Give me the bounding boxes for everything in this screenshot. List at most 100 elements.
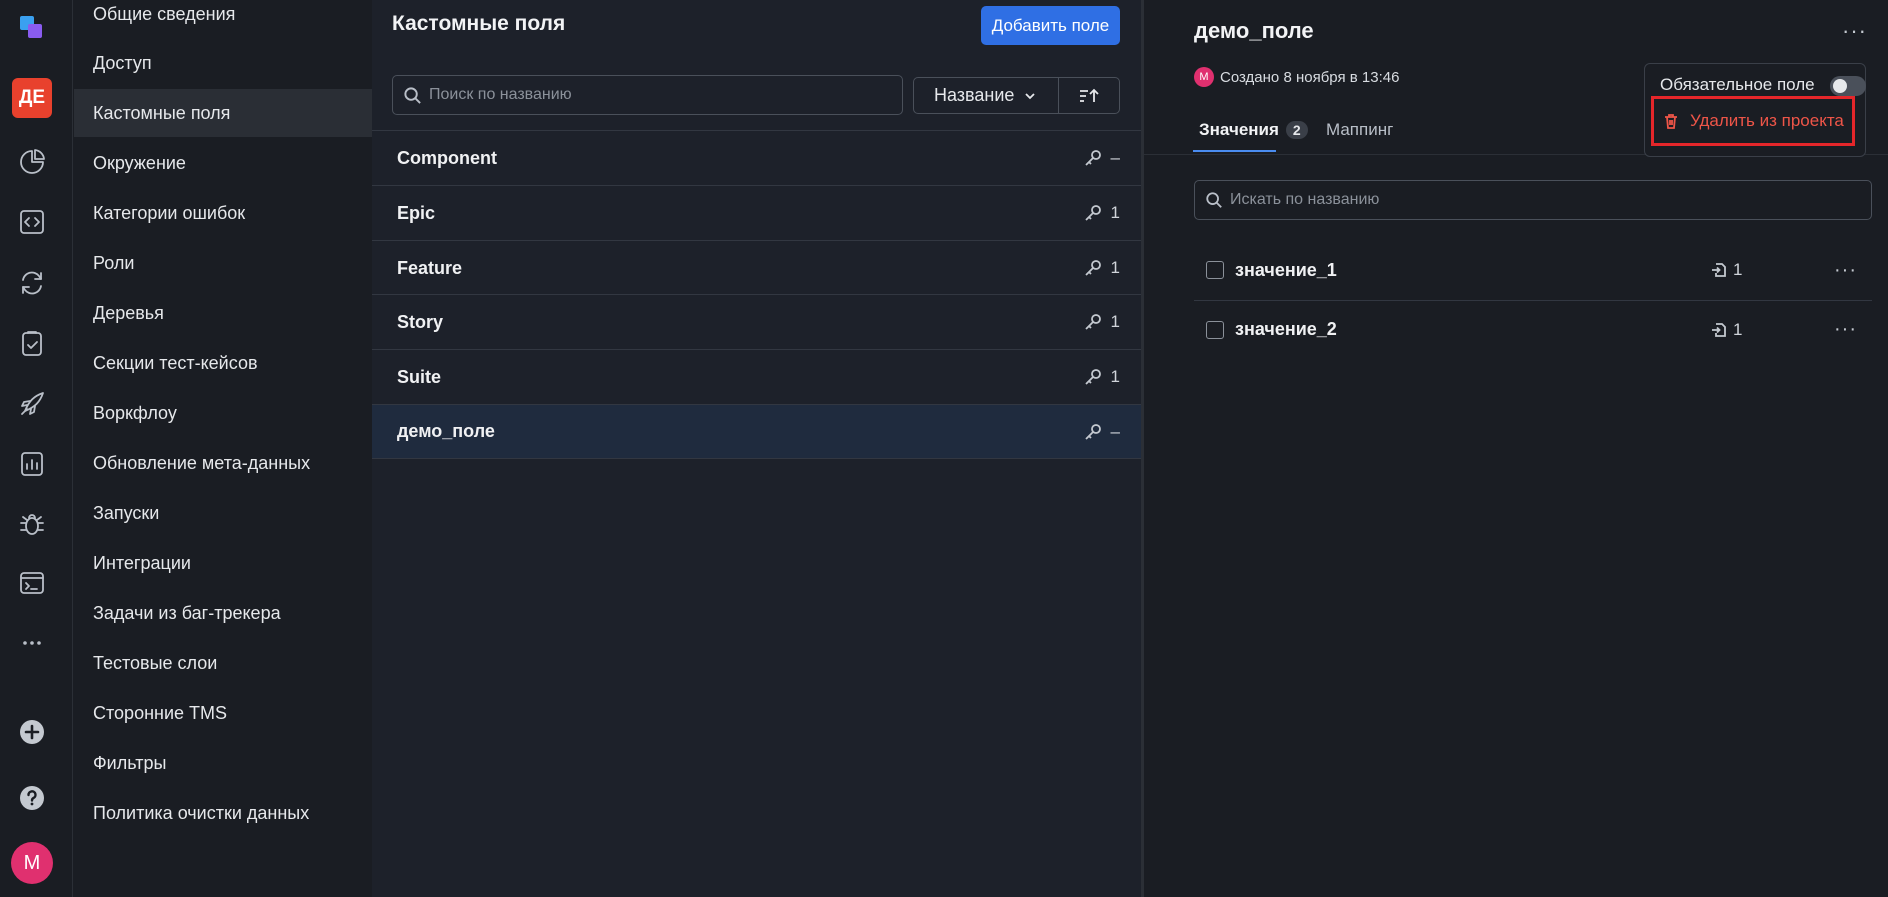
help-icon[interactable] [12, 778, 52, 818]
tab-values-label: Значения [1199, 120, 1279, 139]
tab-mapping-label: Маппинг [1326, 120, 1394, 139]
created-info: M Создано 8 ноября в 13:46 [1194, 67, 1399, 87]
field-row[interactable]: Epic 1 [372, 185, 1142, 240]
key-icon [1084, 423, 1101, 440]
value-usage: 1 [1710, 260, 1742, 280]
settings-item-metadata-update[interactable]: Обновление мета-данных [74, 439, 372, 487]
detail-more-button[interactable]: ··· [1842, 18, 1867, 44]
active-tab-indicator [1193, 150, 1276, 152]
bug-icon[interactable] [12, 504, 52, 544]
value-more-button[interactable]: ··· [1834, 318, 1857, 341]
settings-item-filters[interactable]: Фильтры [74, 739, 372, 787]
toggle-knob [1833, 79, 1847, 93]
settings-sidebar: Общие сведения Доступ Кастомные поля Окр… [74, 0, 372, 897]
project-badge[interactable]: ДЕ [12, 78, 52, 118]
custom-fields-panel: Кастомные поля Добавить поле Поиск по на… [372, 0, 1142, 897]
settings-item-external-tms[interactable]: Сторонние TMS [74, 689, 372, 737]
add-field-button[interactable]: Добавить поле [981, 6, 1120, 45]
field-row-selected[interactable]: демо_поле – [372, 404, 1142, 459]
tab-values[interactable]: Значения 2 [1199, 120, 1308, 140]
value-row[interactable]: значение_2 1 ··· [1194, 300, 1872, 358]
value-checkbox[interactable] [1206, 261, 1224, 279]
value-search-input[interactable]: Искать по названию [1194, 180, 1872, 220]
sort-by-label: Название [934, 85, 1015, 105]
search-icon [1206, 192, 1222, 208]
settings-item-bugtracker-issues[interactable]: Задачи из баг-трекера [74, 589, 372, 637]
terminal-icon[interactable] [12, 563, 52, 603]
testcases-icon[interactable] [12, 323, 52, 363]
user-avatar[interactable]: M [11, 842, 53, 884]
settings-item-custom-fields[interactable]: Кастомные поля [74, 89, 372, 137]
logo-icon[interactable] [12, 8, 52, 48]
sort-by-select[interactable]: Название [913, 77, 1059, 114]
field-name: демо_поле [397, 421, 495, 441]
reports-icon[interactable] [12, 444, 52, 484]
settings-item-roles[interactable]: Роли [74, 239, 372, 287]
field-name: Feature [397, 257, 463, 278]
field-count: 1 [1110, 258, 1120, 277]
field-count: – [1110, 148, 1120, 167]
import-icon [1712, 322, 1726, 337]
search-placeholder: Искать по названию [1230, 191, 1380, 208]
detail-title: демо_поле [1194, 18, 1314, 43]
field-count: 1 [1110, 203, 1120, 222]
created-text: Создано 8 ноября в 13:46 [1220, 68, 1400, 86]
sort-direction-button[interactable] [1058, 77, 1120, 114]
field-name: Suite [397, 366, 442, 387]
field-actions-menu: Обязательное поле Удалить из проекта [1644, 63, 1866, 157]
field-name: Epic [397, 202, 436, 223]
value-name: значение_2 [1235, 319, 1337, 339]
field-search-input[interactable]: Поиск по названию [392, 75, 903, 115]
settings-item-trees[interactable]: Деревья [74, 289, 372, 337]
field-row[interactable]: Feature 1 [372, 240, 1142, 295]
field-row[interactable]: Story 1 [372, 294, 1142, 349]
value-checkbox[interactable] [1206, 320, 1224, 339]
creator-avatar: M [1194, 67, 1214, 87]
settings-item-access[interactable]: Доступ [74, 39, 372, 87]
code-icon[interactable] [12, 202, 52, 242]
settings-item-test-case-sections[interactable]: Секции тест-кейсов [74, 339, 372, 387]
value-usage-count: 1 [1733, 319, 1743, 339]
key-icon [1084, 369, 1101, 385]
icon-rail: ДЕ M [0, 0, 73, 897]
dashboard-icon[interactable] [12, 142, 52, 182]
required-field-toggle[interactable] [1830, 76, 1866, 96]
value-more-button[interactable]: ··· [1834, 259, 1857, 282]
trash-icon [1665, 114, 1677, 129]
settings-item-test-layers[interactable]: Тестовые слои [74, 639, 372, 687]
more-icon[interactable] [12, 623, 52, 663]
field-row[interactable]: Component – [372, 130, 1142, 185]
tab-mapping[interactable]: Маппинг [1326, 120, 1393, 140]
delete-from-project-button[interactable]: Удалить из проекта [1651, 96, 1855, 146]
value-usage-count: 1 [1733, 260, 1743, 279]
settings-item-cleanup-policy[interactable]: Политика очистки данных [74, 789, 372, 837]
sort-ascending-icon [1080, 88, 1099, 102]
settings-item-defect-categories[interactable]: Категории ошибок [74, 189, 372, 237]
add-icon[interactable] [12, 712, 52, 752]
delete-label: Удалить из проекта [1690, 111, 1844, 130]
settings-item-launches[interactable]: Запуски [74, 489, 372, 537]
tab-values-count: 2 [1285, 121, 1308, 139]
page-title: Кастомные поля [392, 12, 566, 35]
settings-item-integrations[interactable]: Интеграции [74, 539, 372, 587]
chevron-down-icon [1025, 92, 1036, 99]
field-name: Component [397, 147, 497, 168]
launch-icon[interactable] [12, 384, 52, 424]
settings-item-workflow[interactable]: Воркфлоу [74, 389, 372, 437]
settings-item-environment[interactable]: Окружение [74, 139, 372, 187]
field-name: Story [397, 311, 444, 332]
settings-item-general[interactable]: Общие сведения [74, 0, 372, 38]
key-icon [1084, 314, 1101, 330]
value-name: значение_1 [1235, 259, 1337, 280]
field-row[interactable]: Suite 1 [372, 349, 1142, 404]
sync-icon[interactable] [12, 263, 52, 303]
key-icon [1084, 150, 1101, 166]
search-icon [404, 86, 421, 104]
value-row[interactable]: значение_1 1 ··· [1194, 241, 1872, 299]
field-count: 1 [1110, 312, 1120, 331]
key-icon [1084, 205, 1101, 221]
import-icon [1712, 263, 1726, 277]
field-count: – [1110, 421, 1120, 441]
required-field-label: Обязательное поле [1660, 75, 1815, 94]
field-count: 1 [1110, 367, 1120, 386]
